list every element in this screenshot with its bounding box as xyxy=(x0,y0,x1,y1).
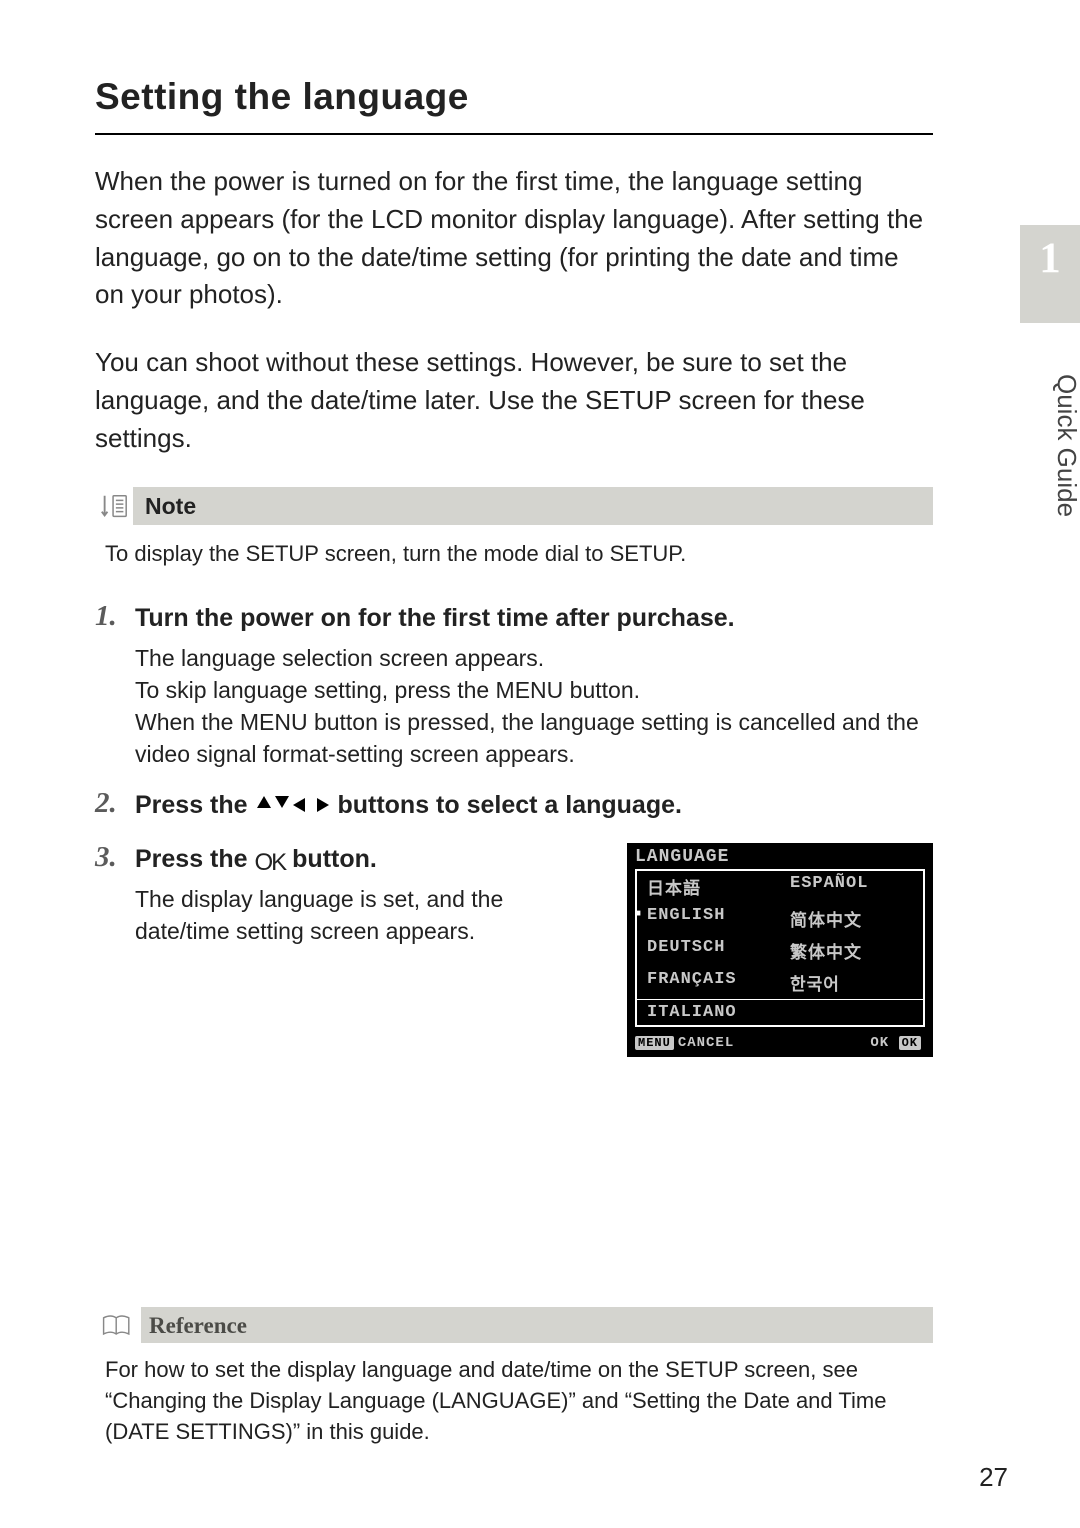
step-1: 1. Turn the power on for the first time … xyxy=(95,602,933,771)
lcd-cell: 한국어 xyxy=(780,967,923,999)
ok-button-glyph: OK xyxy=(255,851,286,875)
step-3: 3. Press the OK button. The display lang… xyxy=(95,843,933,1057)
lcd-row: ITALIANO xyxy=(637,999,923,1025)
lcd-screenshot: LANGUAGE 日本語 ESPAÑOL ENGLISH 简体中文 xyxy=(627,843,933,1057)
menu-button-label: MENU xyxy=(635,1036,674,1050)
step-number: 3. xyxy=(95,843,135,1057)
step-3-title-pre: Press the xyxy=(135,845,255,873)
lcd-row: 日本語 ESPAÑOL xyxy=(637,871,923,903)
lcd-footer: MENU CANCEL OK OK xyxy=(627,1033,933,1057)
ok-button-label: OK xyxy=(899,1036,921,1050)
step-1-title: Turn the power on for the first time aft… xyxy=(135,602,933,636)
lcd-language-grid: 日本語 ESPAÑOL ENGLISH 简体中文 DEUTSCH 繁体中文 xyxy=(635,869,925,1027)
lcd-cell xyxy=(780,999,923,1025)
step-3-desc: The display language is set, and the dat… xyxy=(135,883,603,947)
note-title: Note xyxy=(145,495,196,518)
lcd-row: FRANÇAIS 한국어 xyxy=(637,967,923,999)
lcd-title: LANGUAGE xyxy=(627,843,933,869)
note-icon xyxy=(95,487,133,525)
chapter-number: 1 xyxy=(1039,235,1061,282)
step-2-title-post: buttons to select a language. xyxy=(331,791,682,819)
chapter-tab: 1 xyxy=(1020,225,1080,323)
step-2-title: Press the buttons to select a language. xyxy=(135,789,933,826)
lcd-row: DEUTSCH 繁体中文 xyxy=(637,935,923,967)
note-body: To display the SETUP screen, turn the mo… xyxy=(105,539,933,570)
reference-icon xyxy=(95,1307,141,1343)
lcd-cell: FRANÇAIS xyxy=(637,967,780,999)
step-2: 2. Press the buttons to select a languag… xyxy=(95,789,933,826)
step-3-title: Press the OK button. xyxy=(135,843,603,877)
content-area: Setting the language When the power is t… xyxy=(95,75,933,1448)
lcd-cancel-label: CANCEL xyxy=(678,1035,734,1051)
lcd-cell: ITALIANO xyxy=(637,999,780,1025)
intro-paragraph-2: You can shoot without these settings. Ho… xyxy=(95,344,933,457)
reference-body: For how to set the display language and … xyxy=(105,1355,933,1447)
lcd-cell: 繁体中文 xyxy=(780,935,923,967)
step-1-desc: The language selection screen appears. T… xyxy=(135,642,933,771)
dpad-arrows-icon xyxy=(255,792,331,826)
reference-header: Reference xyxy=(95,1307,933,1343)
lcd-ok-label: OK xyxy=(870,1035,889,1051)
page-heading: Setting the language xyxy=(95,75,933,135)
step-number: 1. xyxy=(95,602,135,771)
lcd-row-selected: ENGLISH 简体中文 xyxy=(637,903,923,935)
note-header: Note xyxy=(95,487,933,525)
steps-list: 1. Turn the power on for the first time … xyxy=(95,602,933,1057)
intro-paragraph-1: When the power is turned on for the firs… xyxy=(95,163,933,314)
chapter-label: Quick Guide xyxy=(1020,370,1080,690)
lcd-cell: ENGLISH xyxy=(637,903,780,935)
lcd-cell: ESPAÑOL xyxy=(780,871,923,903)
step-2-title-pre: Press the xyxy=(135,791,255,819)
step-3-title-post: button. xyxy=(285,845,377,873)
step-number: 2. xyxy=(95,789,135,826)
lcd-foot-left: MENU CANCEL xyxy=(635,1035,734,1051)
lcd-cell: DEUTSCH xyxy=(637,935,780,967)
lcd-foot-right: OK OK xyxy=(870,1035,925,1051)
page: 1 Quick Guide Setting the language When … xyxy=(0,0,1080,1528)
lcd-cell: 简体中文 xyxy=(780,903,923,935)
reference-title: Reference xyxy=(149,1314,247,1337)
page-number: 27 xyxy=(979,1464,1008,1490)
lcd-cell: 日本語 xyxy=(637,871,780,903)
